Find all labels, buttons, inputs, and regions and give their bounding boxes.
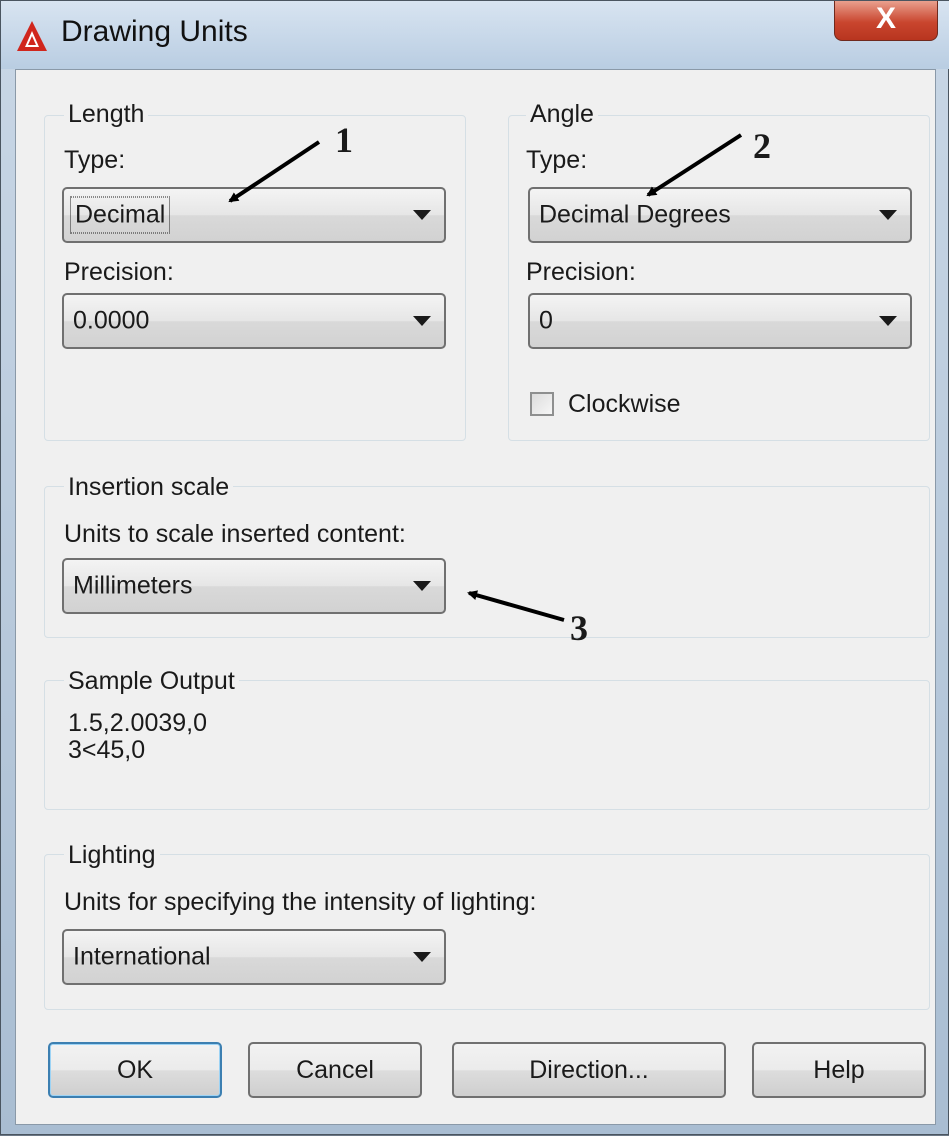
drawing-units-dialog: Drawing Units X Length Type: Decimal Pre…: [0, 0, 949, 1135]
annotation-arrow-2: [646, 133, 743, 197]
annotation-arrow-1: [228, 140, 321, 203]
annotation-label-2: 2: [753, 126, 771, 166]
annotation-arrows: [228, 133, 743, 622]
annotation-label-1: 1: [335, 120, 353, 160]
annotation-label-3: 3: [570, 608, 588, 648]
annotation-arrow-3: [467, 590, 565, 622]
